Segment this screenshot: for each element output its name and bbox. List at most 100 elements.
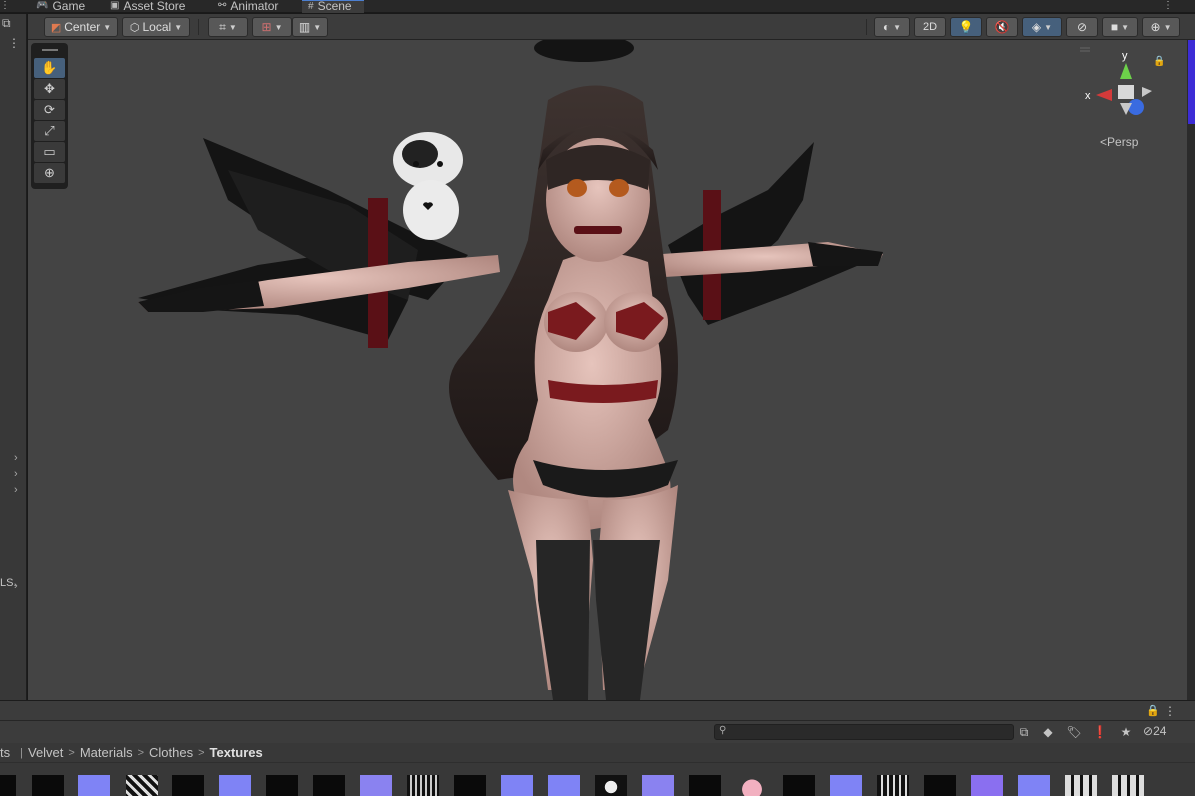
effects-dropdown[interactable]: ◈ ▼	[1022, 17, 1062, 37]
store-icon: ▣	[110, 0, 120, 11]
pivot-mode-dropdown[interactable]: ◩ Center ▼	[44, 17, 118, 37]
rotate-icon: ⟳	[44, 102, 55, 117]
texture-thumbnail[interactable]	[783, 775, 815, 796]
scale-tool-button[interactable]: ⤢	[34, 121, 65, 141]
tab-animator[interactable]: ⚯ Animator	[218, 0, 278, 13]
scale-icon: ⤢	[44, 123, 55, 138]
draw-mode-dropdown[interactable]: ◐ ▼	[874, 17, 910, 37]
tab-game-label: Game	[52, 0, 86, 13]
normal-map-thumbnail[interactable]	[642, 775, 674, 796]
texture-thumbnail[interactable]	[877, 775, 909, 796]
pivot-mode-label: Center	[64, 20, 101, 34]
toolbar-divider	[866, 19, 867, 35]
orientation-gizmo[interactable]: 🔒 y x	[1080, 47, 1170, 147]
material-sphere-thumbnail[interactable]	[736, 775, 768, 796]
breadcrumb-item-materials[interactable]: Materials	[80, 745, 133, 760]
chevron-right-icon[interactable]: ›	[14, 484, 18, 496]
normal-map-thumbnail[interactable]	[971, 775, 1003, 796]
chevron-right-icon[interactable]: ›	[14, 468, 18, 480]
move-tool-button[interactable]: ✥	[34, 79, 65, 99]
gizmo-globe-icon: ⊕	[1150, 20, 1161, 34]
grid-snapping-button[interactable]: ⌗ ▼	[208, 17, 248, 37]
favorite-star-icon[interactable]: ★	[1118, 724, 1134, 740]
normal-map-thumbnail[interactable]	[501, 775, 533, 796]
panel-options-icon[interactable]: ⋮	[8, 36, 20, 50]
normal-map-thumbnail[interactable]	[219, 775, 251, 796]
tab-scene[interactable]: # Scene	[302, 0, 364, 13]
project-search-input[interactable]: ⚲	[714, 724, 1014, 740]
lock-icon[interactable]: 🔒	[1146, 704, 1160, 717]
dropdown-arrow-icon: ▼	[313, 22, 322, 32]
breadcrumb-item-textures[interactable]: Textures	[210, 745, 263, 760]
normal-map-thumbnail[interactable]	[78, 775, 110, 796]
toggle-2d-label: 2D	[922, 21, 938, 33]
breadcrumb-lead[interactable]: ts	[0, 745, 10, 760]
palette-grip-handle[interactable]	[41, 49, 58, 51]
filter-type-icon[interactable]: ◆	[1040, 724, 1056, 740]
dropdown-arrow-icon: ▼	[174, 22, 183, 32]
breadcrumb-item-clothes[interactable]: Clothes	[149, 745, 193, 760]
camera-settings-dropdown[interactable]: ■ ▼	[1102, 17, 1138, 37]
incremental-snap-button[interactable]: ⊞ ▼	[252, 17, 292, 37]
audio-toggle-button[interactable]: 🔇	[986, 17, 1018, 37]
light-bulb-icon: 💡	[958, 20, 974, 34]
scene-viewport[interactable]	[28, 40, 1187, 700]
breadcrumb-item-velvet[interactable]: Velvet	[28, 745, 63, 760]
hidden-packages-toggle[interactable]: ⊘24	[1143, 724, 1166, 738]
x-axis-cone[interactable]	[1096, 89, 1112, 101]
texture-thumbnail[interactable]	[32, 775, 64, 796]
z-axis-cone[interactable]	[1128, 99, 1144, 115]
texture-thumbnail[interactable]	[1112, 775, 1144, 796]
panel-options-icon[interactable]: ⋮	[1164, 704, 1176, 718]
pivot-rotation-dropdown[interactable]: ⬡ Local ▼	[122, 17, 190, 37]
chevron-right-icon[interactable]: ›	[14, 580, 18, 592]
maximize-icon[interactable]: ⧉	[2, 16, 11, 31]
hand-tool-button[interactable]: ✋	[34, 58, 65, 78]
tab-options-icon[interactable]: ⋮	[1163, 0, 1173, 13]
panel-menu-icon[interactable]: ⋮	[0, 0, 10, 13]
normal-map-thumbnail[interactable]	[1018, 775, 1050, 796]
neg-x-axis-cone[interactable]	[1142, 87, 1152, 97]
texture-thumbnail[interactable]	[126, 775, 158, 796]
projection-label-text: Persp	[1107, 135, 1139, 149]
texture-thumbnail[interactable]	[407, 775, 439, 796]
gizmos-dropdown[interactable]: ⊕ ▼	[1142, 17, 1180, 37]
texture-thumbnail[interactable]	[1065, 775, 1097, 796]
gizmo-center-cube[interactable]	[1118, 85, 1134, 99]
transform-tool-button[interactable]: ⊕	[34, 163, 65, 183]
texture-thumbnail[interactable]	[689, 775, 721, 796]
texture-thumbnail[interactable]	[595, 775, 627, 796]
texture-thumbnail[interactable]	[172, 775, 204, 796]
dropdown-arrow-icon: ▼	[103, 22, 112, 32]
y-axis-cone[interactable]	[1120, 63, 1132, 79]
toggle-2d-button[interactable]: 2D	[914, 17, 946, 37]
normal-map-thumbnail[interactable]	[548, 775, 580, 796]
lock-icon[interactable]: 🔒	[1153, 55, 1165, 67]
filter-label-icon[interactable]: 🏷	[1066, 724, 1082, 740]
texture-thumbnail[interactable]	[313, 775, 345, 796]
texture-thumbnail[interactable]	[454, 775, 486, 796]
search-window-icon[interactable]: ⧉	[1016, 724, 1032, 740]
rect-tool-button[interactable]: ▭	[34, 142, 65, 162]
texture-thumbnail[interactable]	[924, 775, 956, 796]
normal-map-thumbnail[interactable]	[830, 775, 862, 796]
filter-errors-icon[interactable]: ❗	[1092, 724, 1108, 740]
rotate-tool-button[interactable]: ⟳	[34, 100, 65, 120]
project-toolbar: ⚲ ⧉ ◆ 🏷 ❗ ★ ⊘24	[0, 721, 1195, 743]
grid-visibility-button[interactable]: ▥ ▼	[292, 17, 328, 37]
lighting-toggle-button[interactable]: 💡	[950, 17, 982, 37]
scene-visibility-button[interactable]: ⊘	[1066, 17, 1098, 37]
gamepad-icon: 🎮	[36, 0, 49, 11]
animator-icon: ⚯	[218, 0, 227, 11]
eye-right	[609, 179, 629, 197]
tab-asset-store[interactable]: ▣ Asset Store	[110, 0, 185, 13]
projection-label[interactable]: <Persp	[1100, 135, 1138, 149]
dropdown-arrow-icon: ▼	[274, 22, 283, 32]
texture-thumbnail[interactable]	[0, 775, 16, 796]
normal-map-thumbnail[interactable]	[360, 775, 392, 796]
eye-left	[567, 179, 587, 197]
chevron-right-icon[interactable]: ›	[14, 452, 18, 464]
tab-game[interactable]: 🎮 Game	[36, 0, 85, 13]
halo-object	[534, 40, 634, 62]
texture-thumbnail[interactable]	[266, 775, 298, 796]
